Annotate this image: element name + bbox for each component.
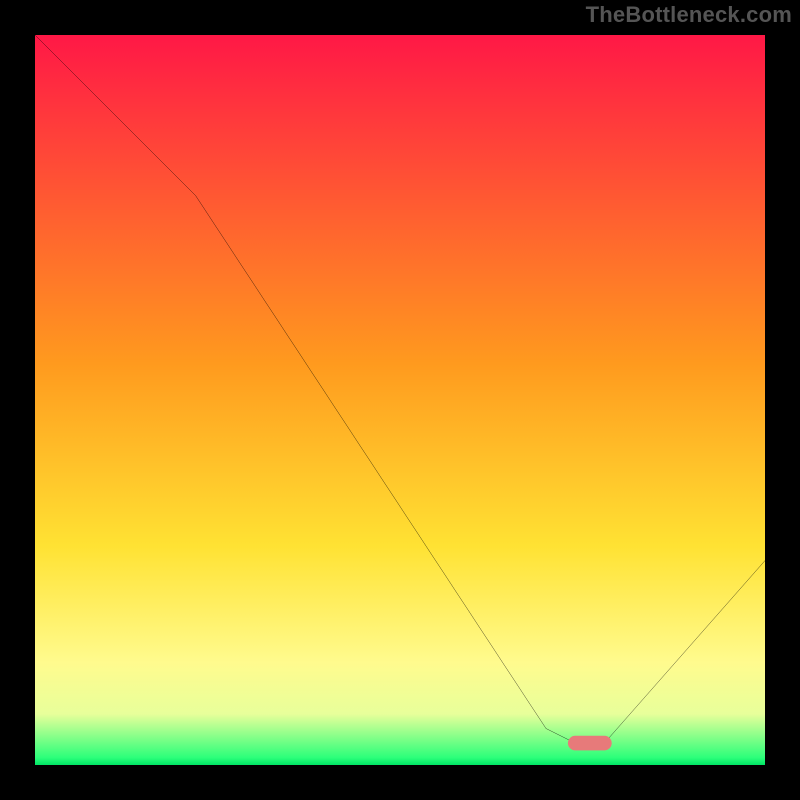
- sweet-spot-marker: [568, 736, 612, 751]
- bottleneck-chart: [35, 35, 765, 765]
- plot-frame: [30, 30, 770, 770]
- watermark-text: TheBottleneck.com: [586, 2, 792, 28]
- chart-container: TheBottleneck.com: [0, 0, 800, 800]
